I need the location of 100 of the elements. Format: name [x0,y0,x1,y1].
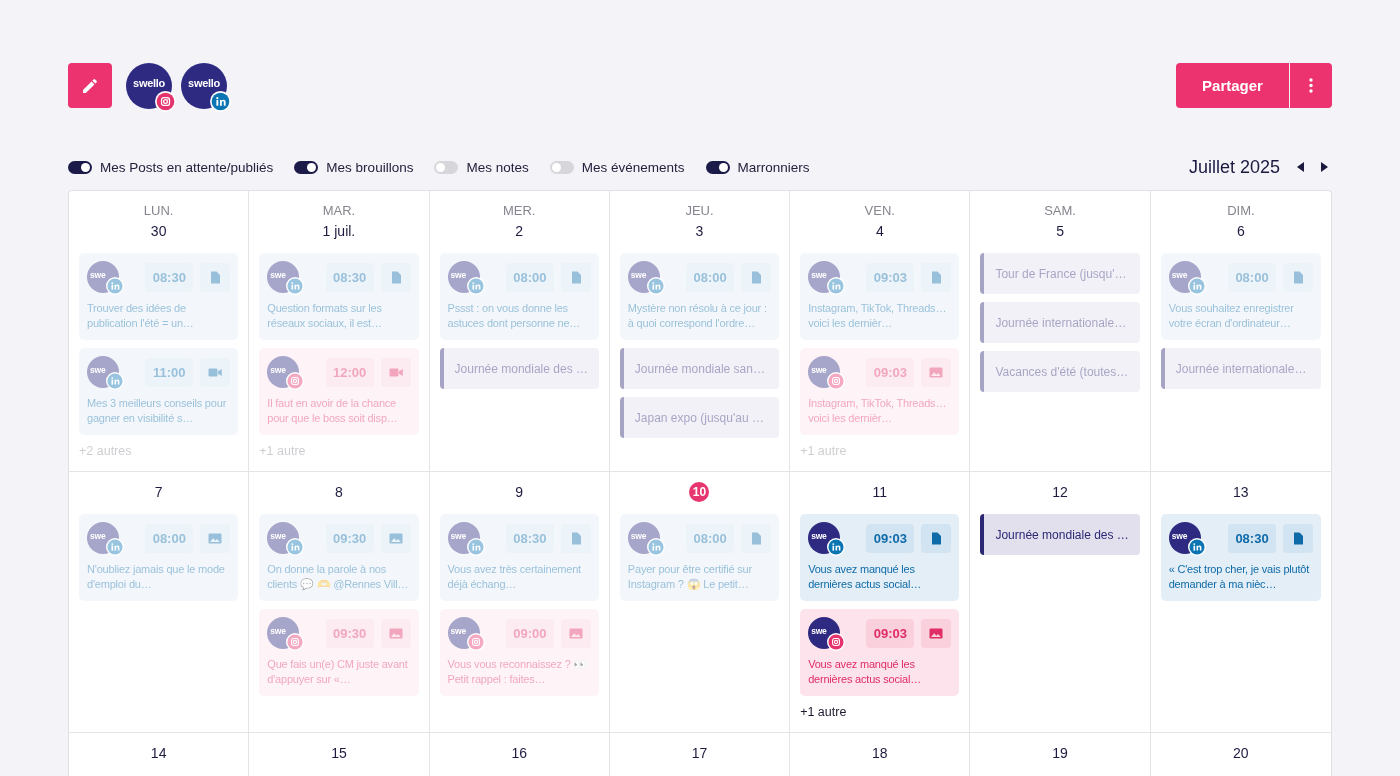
post-card[interactable]: swe 09:03 Vous avez manqué les dernières actus social… [800,514,960,601]
post-time: 08:30 [1228,523,1276,553]
post-card[interactable]: swe 08:30 Trouver des idées de publication l'été = un… [79,253,239,340]
event-item[interactable]: Journée mondiale des … [439,348,599,389]
caret-left-icon [1296,162,1304,172]
weekday-label: MER. [502,202,536,220]
event-item[interactable]: Journée internationale… [1160,348,1321,389]
filter-label: Marronniers [737,159,810,175]
day-number: 20 [1233,744,1249,763]
weekday-label: JEU. [685,202,714,220]
post-time: 09:03 [866,357,915,387]
post-card[interactable]: swe 08:00 Pssst : on vous donne les astuces dont personne ne… [439,253,599,340]
post-card[interactable]: swe 09:30 Que fais un(e) CM juste avant d'appuyer sur «… [259,609,419,696]
toggle-switch[interactable] [549,160,574,174]
day-number: 2 [515,222,524,241]
account-avatar: swe [1168,261,1201,293]
image-icon [200,523,231,553]
video-camera-icon [380,357,411,387]
post-card[interactable]: swe 08:00 Vous souhaitez enregistrer votre écran d'ordinateur… [1160,253,1321,340]
instagram-icon [827,372,846,390]
image-icon [921,357,952,387]
day-number: 4 [875,222,884,241]
linkedin-icon [827,277,846,295]
kebab-menu-icon [1309,78,1313,93]
caret-right-icon [1320,162,1328,172]
post-time: 09:30 [325,523,374,553]
image-icon [380,523,411,553]
document-icon [1283,262,1313,292]
toggle-switch[interactable] [434,160,459,174]
post-card[interactable]: swe 09:03 Instagram, TikTok, Threads… voici les dernièr… [800,348,960,435]
linkedin-icon [827,538,846,556]
weekday-label: LUN. [143,202,174,220]
edit-button[interactable] [68,63,112,108]
image-icon [921,618,952,648]
post-time: 09:30 [325,618,374,648]
post-card[interactable]: swe 12:00 Il faut en avoir de la chance pour que le boss soit disp… [259,348,419,435]
account-avatar: swe [447,522,480,554]
post-time: 08:00 [686,523,735,553]
toggle-switch[interactable] [294,160,319,174]
linkedin-icon [1187,538,1206,556]
post-card[interactable]: swe 08:30 « C'est trop cher, je vais plutôt demander à ma nièc… [1160,514,1321,601]
day-number: 1 juil. [322,222,356,241]
event-item[interactable]: Japan expo (jusqu'au … [619,397,780,438]
day-number: 9 [515,483,524,502]
weekday-label: SAM. [1044,202,1076,220]
linkedin-icon [646,277,665,295]
weekday-label: DIM. [1227,202,1255,220]
post-time: 08:30 [325,262,374,292]
weekday-label: MAR. [322,202,356,220]
post-card[interactable]: swe 08:30 Vous avez très certainement déjà échang… [439,514,599,601]
post-card[interactable]: swe 08:00 Mystère non résolu à ce jour : à quoi correspond l'ordre… [619,253,780,340]
image-icon [560,618,591,648]
post-time: 08:00 [145,523,194,553]
post-time: 09:03 [866,618,915,648]
instagram-icon [155,90,176,112]
post-text: Vous avez très certainement déjà échang… [447,562,582,592]
account-avatar: swe [267,261,300,293]
day-number: 3 [695,222,704,241]
document-icon [921,262,952,292]
document-icon [200,262,231,292]
post-text: Pssst : on vous donne les astuces dont personne ne… [447,301,582,331]
day-number: 15 [331,744,347,763]
post-card[interactable]: swe 09:30 On donne la parole à nos clients 💬 🫶 @Rennes Vill… [259,514,419,601]
day-number: 11 [872,483,888,502]
post-time: 08:30 [505,523,554,553]
filter-label: Mes brouillons [326,159,414,175]
post-text: Question formats sur les réseaux sociaux, il est… [267,301,383,331]
post-card[interactable]: swe 08:00 Payer pour être certifié sur Instagram ? 😱 Le petit… [619,514,780,601]
post-time: 09:03 [866,523,915,553]
account-avatar: swe [87,261,119,293]
post-card[interactable]: swe 11:00 Mes 3 meilleurs conseils pour gagner en visibilité s… [79,348,239,435]
linkedin-icon [210,90,231,112]
share-button[interactable]: Partager [1176,63,1289,108]
document-icon [560,262,591,292]
post-time: 08:30 [145,262,194,292]
account-avatar: swe [627,522,660,554]
filter-label: Mes événements [581,159,685,175]
post-text: N'oubliez jamais que le mode d'emploi du… [87,562,226,592]
day-number: 12 [1052,483,1068,502]
day-number: 13 [1233,483,1249,502]
post-card[interactable]: swe 08:00 N'oubliez jamais que le mode d'emploi du… [79,514,239,601]
toggle-switch[interactable] [68,160,92,174]
event-item[interactable]: Journée mondiale des … [980,514,1140,555]
post-card[interactable]: swe 08:30 Question formats sur les réseaux sociaux, il est… [259,253,419,340]
linkedin-icon [1187,277,1206,295]
toggle-switch[interactable] [705,160,730,174]
account-avatar: swe [267,522,300,554]
account-avatar: swe [627,261,660,293]
post-text: Instagram, TikTok, Threads… voici les dernièr… [808,301,948,331]
filter-label: Mes notes [466,159,529,175]
linkedin-icon [106,538,124,556]
event-item[interactable]: Journée mondiale san… [619,348,780,389]
event-item[interactable]: Vacances d'été (toutes… [980,351,1140,392]
post-time: 12:00 [325,357,374,387]
event-item[interactable]: Journée internationale… [980,302,1140,343]
post-card[interactable]: swe 09:03 Instagram, TikTok, Threads… voici les dernièr… [800,253,960,340]
event-item[interactable]: Tour de France (jusqu'… [980,253,1140,294]
post-card[interactable]: swe 09:03 Vous avez manqué les dernières actus social… [800,609,960,696]
post-card[interactable]: swe 09:00 Vous vous reconnaissez ? 👀 Petit rappel : faites… [439,609,599,696]
more-link[interactable]: +1 autre [800,704,847,720]
